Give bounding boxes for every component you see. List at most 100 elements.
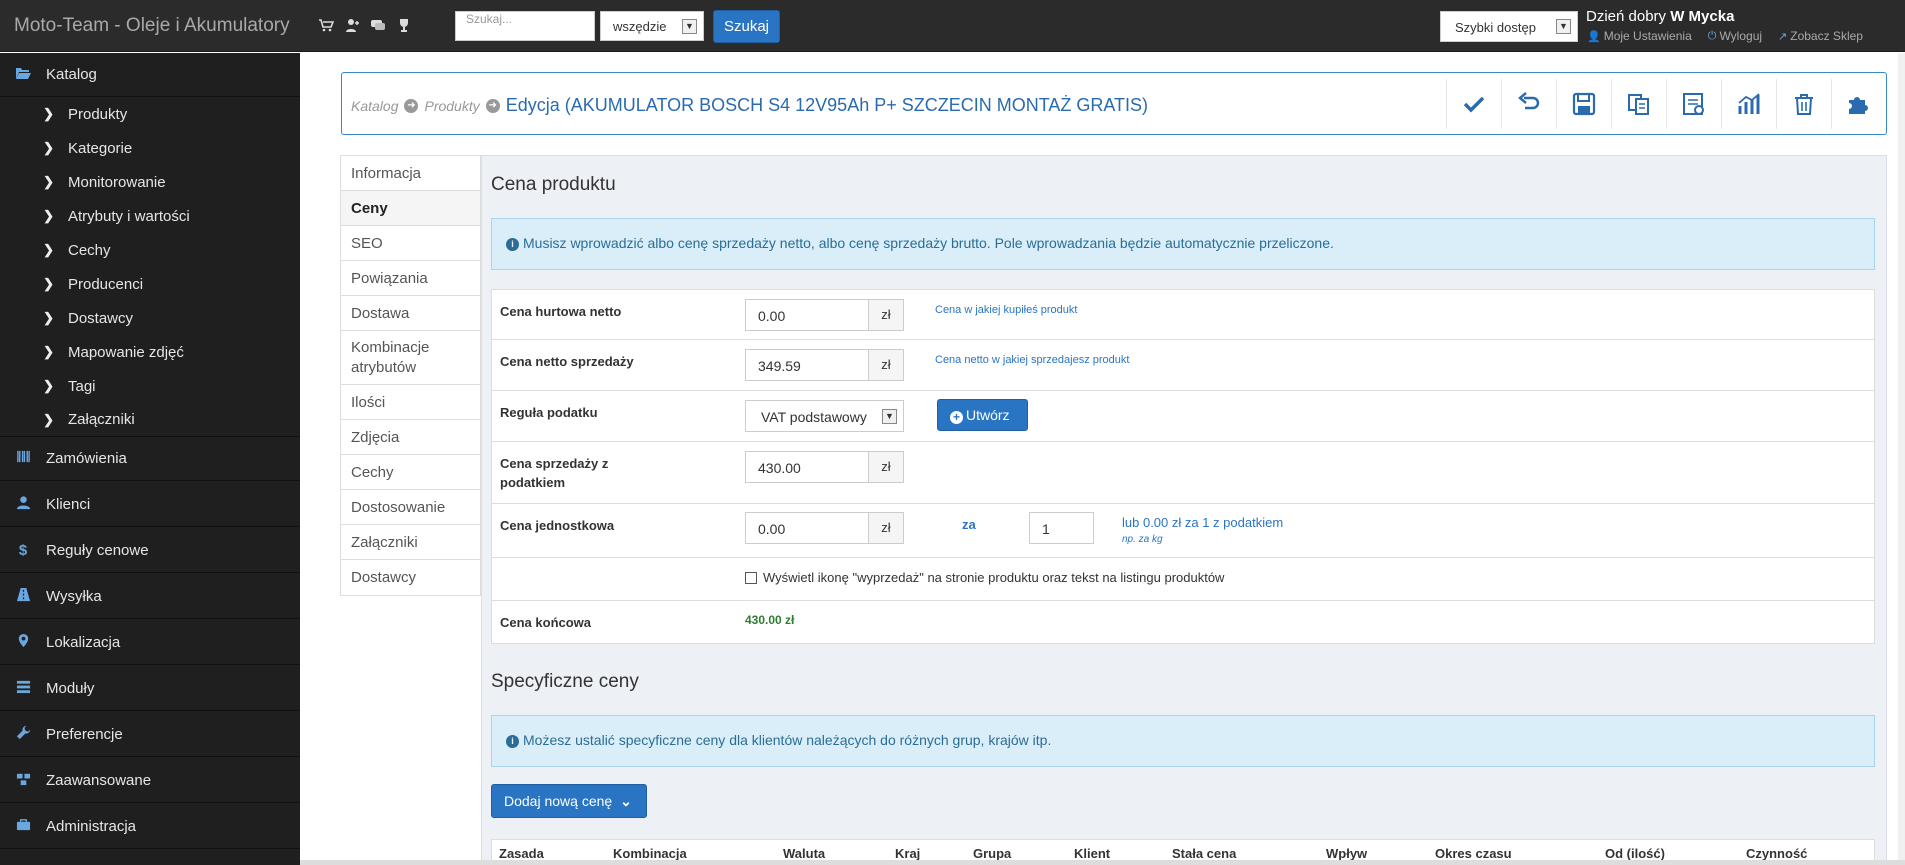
sidebar-subitem-monitorowanie[interactable]: ❯ Monitorowanie (0, 165, 300, 199)
new-customer-icon[interactable] (344, 17, 360, 33)
price-form: Cena hurtowa netto 0.00 zł Cena w jakiej… (491, 289, 1875, 644)
briefcase-icon (0, 817, 46, 836)
sidebar-item-advanced[interactable]: Zaawansowane (0, 759, 300, 803)
delete-button[interactable] (1776, 79, 1831, 129)
tab-dostawa[interactable]: Dostawa (341, 296, 480, 331)
unit-price-help: lub 0.00 zł za 1 z podatkiem (1122, 515, 1284, 530)
wholesale-price-help: Cena w jakiej kupiłeś produkt (935, 304, 1078, 316)
quick-access-select[interactable]: Szybki dostęp ▼ (1440, 11, 1578, 42)
chevron-right-icon: ❯ (43, 378, 54, 393)
tab-ilosci[interactable]: Ilości (341, 385, 480, 420)
row-final-price: Cena końcowa 430.00 zł (492, 601, 1874, 643)
tab-dostawcy[interactable]: Dostawcy (341, 560, 480, 595)
checkbox[interactable] (745, 571, 757, 584)
search-button[interactable]: Szukaj (713, 10, 780, 43)
chevron-right-icon: ❯ (43, 242, 54, 257)
cubes-icon (0, 771, 46, 790)
dollar-icon: $ (18, 542, 28, 559)
tab-informacja[interactable]: Informacja (341, 156, 480, 191)
chevron-down-icon: ▼ (1556, 19, 1571, 34)
shop-brand[interactable]: Moto-Team - Oleje i Akumulatory (14, 15, 290, 37)
search-scope-select[interactable]: wszędzie ▼ (600, 11, 704, 41)
my-settings-label: Moje Ustawienia (1603, 29, 1692, 43)
save-button[interactable] (1556, 79, 1611, 129)
sidebar-subitem-dostawcy[interactable]: ❯ Dostawcy (0, 301, 300, 335)
sidebar-item-preferences[interactable]: Preferencje (0, 713, 300, 757)
external-link-icon: ↗ (1778, 30, 1788, 43)
sidebar-item-administration[interactable]: Administracja (0, 805, 300, 849)
section-title-price: Cena produktu (491, 174, 616, 195)
tax-rule-select[interactable]: VAT podstawowy ▼ (745, 400, 904, 432)
sidebar-subitem-atrybuty[interactable]: ❯ Atrybuty i wartości (0, 199, 300, 233)
wholesale-price-input[interactable]: 0.00 (745, 299, 869, 331)
tab-dostosowanie[interactable]: Dostosowanie (341, 490, 480, 525)
breadcrumb-catalog[interactable]: Katalog (351, 98, 398, 114)
info-alert-specific: i Możesz ustalić specyficzne ceny dla kli… (491, 715, 1875, 767)
tab-zdjecia[interactable]: Zdjęcia (341, 420, 480, 455)
tab-powiazania[interactable]: Powiązania (341, 261, 480, 296)
sidebar-item-orders[interactable]: Zamówienia (0, 437, 300, 481)
search-input[interactable]: Szukaj... (455, 11, 595, 41)
net-price-help: Cena netto w jakiej sprzedajesz produkt (935, 354, 1130, 366)
add-specific-price-button[interactable]: Dodaj nową cenę ⌄ (491, 784, 647, 818)
tab-zalaczniki[interactable]: Załączniki (341, 525, 480, 560)
preview-button[interactable] (1666, 79, 1721, 129)
tab-ceny[interactable]: Ceny (341, 191, 480, 226)
unit-quantity-input[interactable]: 1 (1029, 512, 1094, 544)
modules-button[interactable] (1831, 79, 1886, 129)
col-fixed-price: Stała cena (1172, 846, 1237, 861)
final-price-value: 430.00 zł (745, 613, 795, 627)
net-price-input[interactable]: 349.59 (745, 349, 869, 381)
tab-cechy[interactable]: Cechy (341, 455, 480, 490)
my-settings-link[interactable]: 👤 Moje Ustawienia (1587, 29, 1692, 43)
back-button[interactable] (1501, 79, 1556, 129)
sidebar-subitem-producenci[interactable]: ❯ Producenci (0, 267, 300, 301)
sidebar-subitem-mapowanie[interactable]: ❯ Mapowanie zdjęć (0, 335, 300, 369)
undo-icon (1518, 92, 1540, 110)
sidebar-item-label: Zamówienia (46, 450, 127, 467)
currency-addon: zł (869, 349, 904, 381)
sidebar-item-label: Lokalizacja (46, 634, 121, 651)
horizontal-scrollbar[interactable] (300, 860, 1905, 865)
chevron-right-icon: ❯ (43, 140, 54, 155)
sales-stats-button[interactable] (1721, 79, 1776, 129)
sidebar-subitem-kategorie[interactable]: ❯ Kategorie (0, 131, 300, 165)
tab-seo[interactable]: SEO (341, 226, 480, 261)
row-unit-price: Cena jednostkowa 0.00 zł za 1 lub 0.00 z… (492, 504, 1874, 558)
sidebar-item-modules[interactable]: Moduły (0, 667, 300, 711)
sidebar-item-catalog[interactable]: Katalog (0, 53, 300, 97)
sidebar-item-shipping[interactable]: Wysyłka (0, 575, 300, 619)
sidebar-subitem-label: Cechy (68, 241, 111, 259)
barcode-icon (0, 449, 46, 468)
notification-icons (318, 17, 412, 33)
logout-link[interactable]: ⏻ Wyloguj (1708, 29, 1762, 43)
row-tax-rule: Reguła podatku VAT podstawowy ▼ + Utwórz (492, 391, 1874, 442)
sidebar-subitem-tagi[interactable]: ❯ Tagi (0, 369, 300, 403)
sidebar-subitem-zalaczniki[interactable]: ❯ Załączniki (0, 403, 300, 437)
sidebar-subitem-cechy[interactable]: ❯ Cechy (0, 233, 300, 267)
unit-price-label: Cena jednostkowa (500, 518, 615, 533)
trophy-icon[interactable] (396, 17, 412, 33)
search-scope-value: wszędzie (613, 19, 667, 34)
create-tax-rule-button[interactable]: + Utwórz (937, 399, 1028, 431)
sidebar-item-customers[interactable]: Klienci (0, 483, 300, 527)
duplicate-button[interactable] (1611, 79, 1666, 129)
view-shop-link[interactable]: ↗ Zobacz Sklep (1778, 29, 1863, 43)
folder-open-icon (0, 65, 46, 85)
page-header: Katalog ➜ Produkty ➜ Edycja (AKUMULATOR … (341, 72, 1887, 135)
sidebar-item-price-rules[interactable]: $ Reguły cenowe (0, 529, 300, 573)
gross-price-input[interactable]: 430.00 (745, 451, 869, 483)
sidebar-subitem-produkty[interactable]: ❯ Produkty (0, 97, 300, 131)
breadcrumb-products[interactable]: Produkty (424, 98, 479, 114)
save-and-stay-button[interactable] (1446, 79, 1501, 129)
chevron-right-icon: ❯ (43, 208, 54, 223)
vertical-scrollbar[interactable] (1898, 53, 1905, 860)
cart-icon[interactable] (318, 17, 335, 33)
on-sale-checkbox[interactable]: Wyświetl ikonę "wyprzedaż" na stronie pr… (745, 570, 1224, 585)
sidebar-subitem-label: Produkty (68, 105, 128, 123)
messages-icon[interactable] (370, 17, 386, 33)
unit-price-input[interactable]: 0.00 (745, 512, 869, 544)
plus-icon: + (950, 411, 963, 424)
sidebar-item-localization[interactable]: Lokalizacja (0, 621, 300, 665)
tab-kombinacje[interactable]: Kombinacje atrybutów (341, 331, 480, 385)
